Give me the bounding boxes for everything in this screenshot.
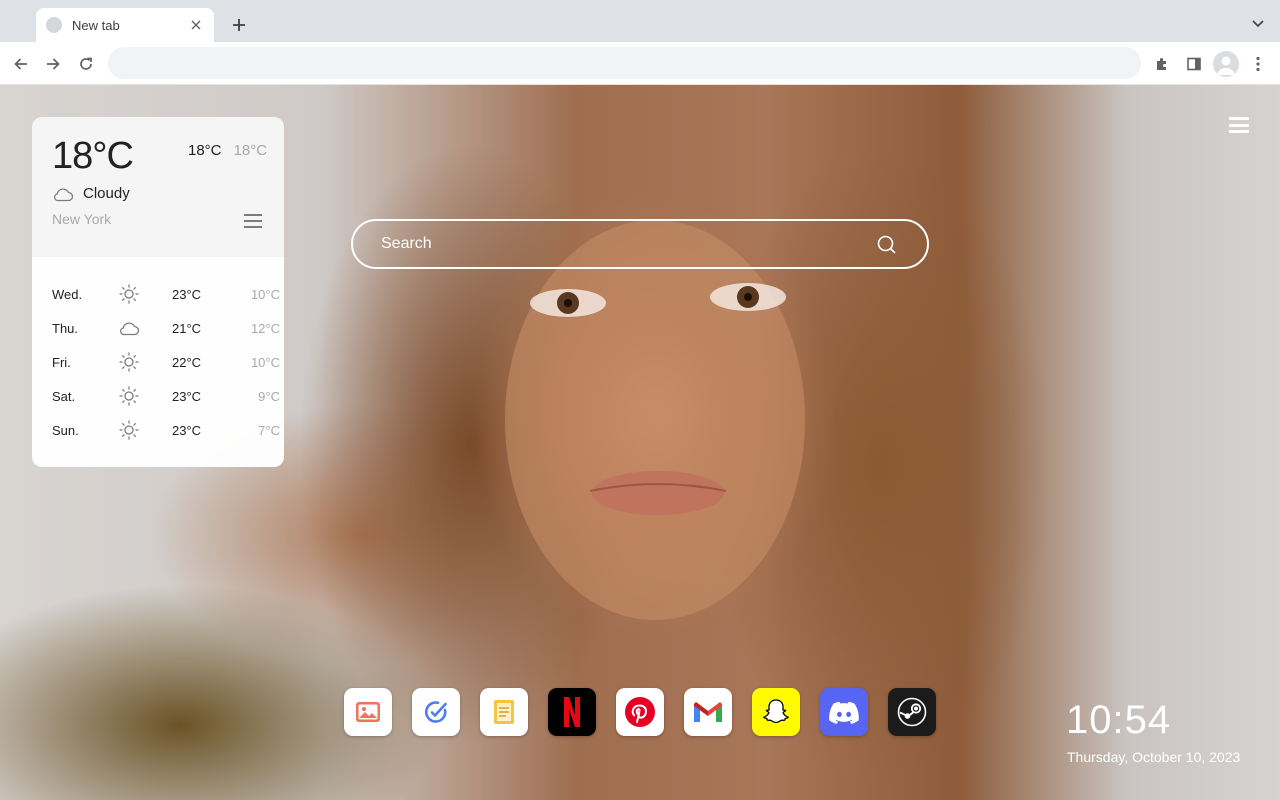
menu-line <box>1229 130 1249 133</box>
notes-app-shortcut[interactable] <box>480 688 528 736</box>
checklist-app-shortcut[interactable] <box>412 688 460 736</box>
steam-icon <box>897 697 927 727</box>
puzzle-icon <box>1157 58 1166 70</box>
forecast-day: Sat. <box>52 388 76 404</box>
sun-icon <box>118 283 140 305</box>
more-vertical-icon <box>1256 56 1260 72</box>
note-icon <box>494 700 514 724</box>
back-button[interactable] <box>8 51 34 77</box>
forecast-low: 10°C <box>250 286 280 302</box>
tab-search-button[interactable] <box>1248 14 1268 34</box>
netflix-icon <box>564 697 580 727</box>
forecast-row: Thu. 21°C 12°C <box>32 311 284 345</box>
weather-menu-button[interactable] <box>244 214 262 228</box>
gmail-app-shortcut[interactable] <box>684 688 732 736</box>
menu-line <box>1229 123 1249 127</box>
menu-line <box>1229 117 1249 120</box>
search-bar <box>351 219 929 269</box>
image-icon <box>356 702 380 722</box>
browser-toolbar <box>0 42 1280 85</box>
discord-app-shortcut[interactable] <box>820 688 868 736</box>
tab-strip: New tab <box>0 0 1280 42</box>
plus-icon <box>233 19 245 31</box>
weather-condition: Cloudy <box>52 185 130 202</box>
weather-current: 18°C 18°C 18°C Cloudy New York <box>32 117 284 257</box>
forecast-low: 9°C <box>258 388 280 404</box>
condition-label: Cloudy <box>83 185 130 202</box>
chevron-down-icon <box>1252 20 1264 28</box>
person-icon <box>1217 56 1235 75</box>
extensions-button[interactable] <box>1149 51 1175 77</box>
tab-title: New tab <box>72 17 120 33</box>
forecast-low: 10°C <box>250 354 280 370</box>
tab-new-tab[interactable]: New tab <box>36 8 214 42</box>
pinterest-app-shortcut[interactable] <box>616 688 664 736</box>
menu-line <box>244 220 262 222</box>
clock-time: 10:54 <box>1066 698 1172 742</box>
forecast-low: 7°C <box>258 422 280 438</box>
weather-widget: 18°C 18°C 18°C Cloudy New York Wed. 23°C… <box>32 117 284 467</box>
today-high: 18°C <box>188 142 222 159</box>
new-tab-button[interactable] <box>228 14 250 36</box>
weather-forecast: Wed. 23°C 10°C Thu. 21°C 12°C Fri. 22°C … <box>32 257 284 467</box>
forecast-high: 23°C <box>172 286 202 302</box>
forecast-high: 23°C <box>172 388 202 404</box>
today-high-low: 18°C 18°C <box>188 142 267 159</box>
cloud-icon <box>118 317 140 339</box>
netflix-app-shortcut[interactable] <box>548 688 596 736</box>
reload-button[interactable] <box>73 51 99 77</box>
steam-app-shortcut[interactable] <box>888 688 936 736</box>
discord-icon <box>829 701 859 724</box>
check-circle-icon <box>424 701 447 723</box>
forecast-high: 22°C <box>172 354 202 370</box>
forecast-row: Fri. 22°C 10°C <box>32 345 284 379</box>
city-label: New York <box>52 211 112 227</box>
search-input[interactable] <box>381 221 871 267</box>
close-icon[interactable] <box>188 17 204 33</box>
new-tab-page: 18°C 18°C 18°C Cloudy New York Wed. 23°C… <box>0 85 1280 800</box>
address-bar[interactable] <box>108 47 1141 79</box>
snapchat-icon <box>763 699 789 724</box>
forecast-high: 23°C <box>172 422 202 438</box>
forecast-row: Sat. 23°C 9°C <box>32 379 284 413</box>
search-icon[interactable] <box>876 234 898 256</box>
photos-app-shortcut[interactable] <box>344 688 392 736</box>
today-low: 18°C <box>233 142 268 159</box>
forecast-day: Fri. <box>52 354 71 370</box>
snapchat-app-shortcut[interactable] <box>752 688 800 736</box>
sun-icon <box>118 351 140 373</box>
arrow-right-icon <box>47 58 60 70</box>
forecast-row: Wed. 23°C 10°C <box>32 277 284 311</box>
arrow-left-icon <box>14 58 27 70</box>
forecast-day: Thu. <box>52 320 79 336</box>
side-panel-button[interactable] <box>1181 51 1207 77</box>
menu-line <box>244 214 262 216</box>
pinterest-icon <box>625 697 655 727</box>
gmail-icon <box>694 702 722 722</box>
cloud-icon <box>53 188 74 201</box>
page-menu-button[interactable] <box>1229 116 1249 134</box>
forecast-day: Wed. <box>52 286 83 302</box>
sun-icon <box>118 419 140 441</box>
browser-menu-button[interactable] <box>1245 51 1271 77</box>
sun-icon <box>118 385 140 407</box>
clock-date: Thursday, October 10, 2023 <box>1067 749 1241 765</box>
forecast-high: 21°C <box>172 320 202 336</box>
side-panel-icon <box>1187 57 1201 71</box>
tab-favicon-icon <box>46 17 62 33</box>
current-temperature: 18°C <box>52 135 134 177</box>
forward-button[interactable] <box>40 51 66 77</box>
forecast-low: 12°C <box>250 320 280 336</box>
profile-avatar[interactable] <box>1213 51 1239 77</box>
forecast-row: Sun. 23°C 7°C <box>32 413 284 447</box>
forecast-day: Sun. <box>52 422 79 438</box>
reload-icon <box>80 57 92 70</box>
menu-line <box>244 226 262 228</box>
